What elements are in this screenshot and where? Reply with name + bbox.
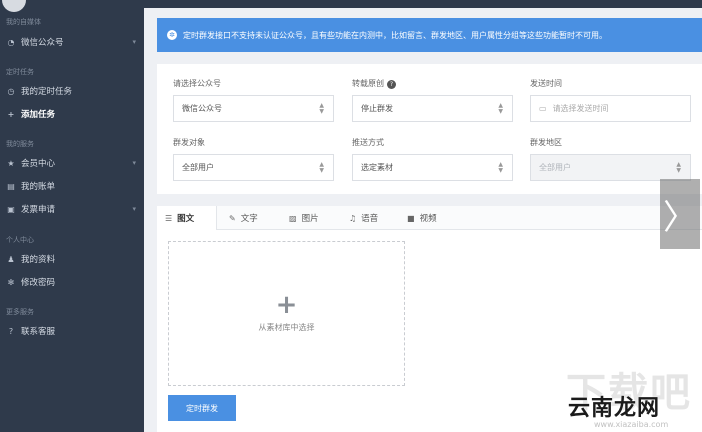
sidebar-section-title: 个人中心 <box>6 236 34 244</box>
select-arrows-icon: ▲ ▼ <box>498 102 503 115</box>
task-form: 请选择公众号 微信公众号 ▲ ▼ 转载原创? 停止群发 ▲ ▼ 发送时间 ▭ 请选择… <box>157 64 702 194</box>
tab-label: 文字 <box>240 214 258 224</box>
sidebar-item-invoice[interactable]: ▣ 发票申请 ▾ <box>0 199 144 219</box>
avatar[interactable] <box>2 0 26 12</box>
sidebar-item-label: 微信公众号 <box>21 38 64 48</box>
tab-label: 图文 <box>177 214 195 224</box>
top-bar <box>144 0 702 8</box>
plus-icon: + <box>275 290 298 320</box>
sidebar-item-label: 修改密码 <box>21 278 56 288</box>
tab-label: 图片 <box>301 214 319 224</box>
help-icon[interactable]: ? <box>387 80 396 89</box>
sidebar-item-label: 我的账单 <box>21 182 56 192</box>
reprint-label-text: 转载原创 <box>352 79 384 88</box>
account-select-value: 微信公众号 <box>182 104 222 113</box>
sidebar-item-label: 添加任务 <box>21 110 56 120</box>
target-label: 群发对象 <box>173 138 205 147</box>
invoice-icon: ▣ <box>7 204 15 214</box>
chevron-down-icon: ▾ <box>132 159 136 167</box>
send-time-label: 发送时间 <box>530 79 562 88</box>
sidebar-section-title: 我的服务 <box>6 140 34 148</box>
tab-voice[interactable]: ♫ 语音 <box>341 206 386 230</box>
watermark-main: 云南龙网 <box>568 396 661 421</box>
sidebar-item-label: 我的定时任务 <box>21 87 73 97</box>
material-picker-label: 从素材库中选择 <box>258 323 315 332</box>
info-banner: ✲ 定时群发接口不支持未认证公众号，且有些功能在内测中，比如留言、群发地区、用户… <box>157 18 702 52</box>
chevron-down-icon: ▾ <box>132 205 136 213</box>
material-picker[interactable]: + 从素材库中选择 <box>168 241 405 386</box>
tab-article[interactable]: ☰ 图文 <box>157 206 217 230</box>
send-time-placeholder: 请选择发送时间 <box>552 104 609 113</box>
sidebar-item-wechat-account[interactable]: ◔ 微信公众号 ▾ <box>0 32 144 52</box>
plus-icon: + <box>7 109 15 119</box>
user-icon: ♟ <box>7 254 15 264</box>
region-select-value: 全部用户 <box>539 163 571 172</box>
sidebar-item-label: 会员中心 <box>21 159 56 169</box>
sidebar-item-contact-support[interactable]: ? 联系客服 <box>0 321 144 341</box>
reprint-select-value: 停止群发 <box>361 104 393 113</box>
article-icon: ☰ <box>165 213 173 223</box>
select-arrows-icon: ▲ ▼ <box>498 161 503 174</box>
target-select[interactable]: 全部用户 ▲ ▼ <box>173 154 334 181</box>
send-time-input[interactable]: ▭ 请选择发送时间 <box>530 95 691 122</box>
sidebar-item-label: 发票申请 <box>21 205 56 215</box>
sidebar-item-change-password[interactable]: ✻ 修改密码 <box>0 272 144 292</box>
list-icon: ▤ <box>7 181 15 191</box>
clock-icon: ◷ <box>7 86 15 96</box>
push-select-value: 选定素材 <box>361 163 393 172</box>
gear-icon: ✲ <box>167 30 177 40</box>
image-icon: ▨ <box>289 213 297 223</box>
watermark-url: www.xiazaiba.com <box>594 420 669 429</box>
sidebar-item-add-task[interactable]: + 添加任务 <box>0 104 144 124</box>
sidebar-section-title: 定时任务 <box>6 68 34 76</box>
target-select-value: 全部用户 <box>182 163 214 172</box>
reprint-select[interactable]: 停止群发 ▲ ▼ <box>352 95 513 122</box>
reprint-label: 转载原创? <box>352 78 396 89</box>
sidebar-section-title: 更多服务 <box>6 308 34 316</box>
region-select: 全部用户 ▲ ▼ <box>530 154 691 181</box>
sidebar-item-member-center[interactable]: ★ 会员中心 ▾ <box>0 153 144 173</box>
chevron-right-icon: 〉 <box>663 197 697 238</box>
sidebar-item-label: 我的资料 <box>21 255 56 265</box>
gear-icon: ✻ <box>7 277 15 287</box>
schedule-send-button[interactable]: 定时群发 <box>168 395 236 421</box>
region-label: 群发地区 <box>530 138 562 147</box>
tab-image[interactable]: ▨ 图片 <box>281 206 327 230</box>
account-label: 请选择公众号 <box>173 79 221 88</box>
content-type-tabs: ☰ 图文 ✎ 文字 ▨ 图片 ♫ 语音 ■ 视频 <box>157 206 702 230</box>
banner-text: 定时群发接口不支持未认证公众号，且有些功能在内测中，比如留言、群发地区、用户属性… <box>183 30 607 40</box>
push-select[interactable]: 选定素材 ▲ ▼ <box>352 154 513 181</box>
chevron-down-icon: ▾ <box>132 38 136 46</box>
video-icon: ■ <box>407 213 415 223</box>
calendar-icon: ▭ <box>539 104 547 113</box>
select-arrows-icon: ▲ ▼ <box>676 161 681 174</box>
sidebar-item-my-scheduled-tasks[interactable]: ◷ 我的定时任务 <box>0 81 144 101</box>
sidebar-section-title: 我的自媒体 <box>6 18 41 26</box>
watermark: 下载吧 云南龙网 www.xiazaiba.com <box>558 360 698 430</box>
sidebar-item-my-bills[interactable]: ▤ 我的账单 <box>0 176 144 196</box>
star-icon: ★ <box>7 158 15 168</box>
music-icon: ♫ <box>349 213 357 223</box>
select-arrows-icon: ▲ ▼ <box>319 102 324 115</box>
next-arrow-button[interactable]: 〉 <box>660 179 700 249</box>
push-label: 推送方式 <box>352 138 384 147</box>
select-arrows-icon: ▲ ▼ <box>319 161 324 174</box>
tab-label: 视频 <box>419 214 437 224</box>
sidebar: 我的自媒体 ◔ 微信公众号 ▾ 定时任务 ◷ 我的定时任务 + 添加任务 我的服… <box>0 0 144 432</box>
sidebar-item-label: 联系客服 <box>21 327 56 337</box>
sidebar-item-my-profile[interactable]: ♟ 我的资料 <box>0 249 144 269</box>
tab-label: 语音 <box>361 214 379 224</box>
tab-video[interactable]: ■ 视频 <box>399 206 445 230</box>
question-icon: ? <box>8 326 14 336</box>
account-select[interactable]: 微信公众号 ▲ ▼ <box>173 95 334 122</box>
wechat-icon: ◔ <box>7 37 15 47</box>
edit-icon: ✎ <box>229 213 236 223</box>
tab-text[interactable]: ✎ 文字 <box>221 206 266 230</box>
